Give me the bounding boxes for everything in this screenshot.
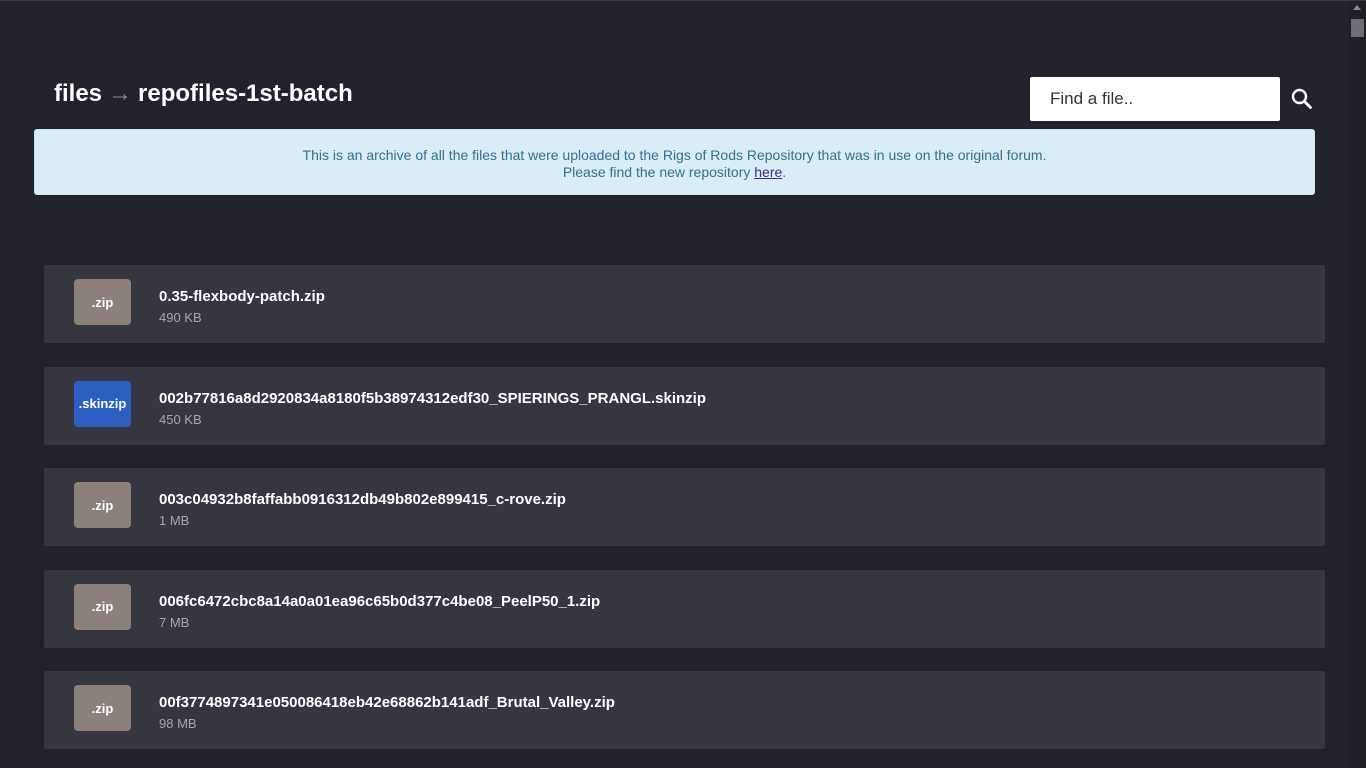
file-type-badge: .zip: [74, 583, 131, 630]
file-item[interactable]: .zip 006fc6472cbc8a14a0a01ea96c65b0d377c…: [44, 569, 1325, 648]
breadcrumb-root[interactable]: files: [54, 80, 102, 107]
file-size: 1 MB: [159, 513, 190, 528]
file-type-badge: .zip: [74, 685, 131, 731]
file-item[interactable]: .zip 0.35-flexbody-patch.zip 490 KB: [44, 265, 1325, 343]
notice-prefix: Please find the new repository: [562, 164, 755, 180]
file-name[interactable]: 006fc6472cbc8a14a0a01ea96c65b0d377c4be08…: [159, 593, 600, 610]
search-icon: [1291, 88, 1312, 109]
breadcrumb-current: repofiles-1st-batch: [138, 80, 353, 107]
vertical-scrollbar[interactable]: [1349, 1, 1366, 768]
file-item[interactable]: .skinzip 002b77816a8d2920834a8180f5b3897…: [44, 366, 1325, 445]
file-name[interactable]: 0.35-flexbody-patch.zip: [159, 288, 325, 305]
scrollbar-thumb[interactable]: [1351, 19, 1364, 37]
file-list: .zip 0.35-flexbody-patch.zip 490 KB .ski…: [44, 265, 1325, 768]
file-size: 450 KB: [159, 411, 202, 427]
file-size: 98 MB: [159, 716, 197, 731]
file-name[interactable]: 003c04932b8faffabb0916312db49b802e899415…: [159, 491, 566, 508]
scroll-up-arrow-icon[interactable]: [1353, 5, 1361, 10]
breadcrumb: files → repofiles-1st-batch: [54, 80, 353, 108]
archive-notice: This is an archive of all the files that…: [34, 129, 1315, 195]
notice-line-2: Please find the new repository here.: [35, 164, 1314, 181]
search-button[interactable]: [1290, 87, 1314, 111]
new-repository-link[interactable]: here: [754, 164, 782, 180]
file-size: 7 MB: [159, 614, 190, 630]
file-item[interactable]: .zip 00f3774897341e050086418eb42e68862b1…: [44, 671, 1325, 749]
notice-suffix: .: [782, 164, 787, 180]
file-item[interactable]: .zip 003c04932b8faffabb0916312db49b802e8…: [44, 468, 1325, 546]
file-type-badge: .skinzip: [74, 380, 131, 427]
file-name[interactable]: 002b77816a8d2920834a8180f5b38974312edf30…: [159, 390, 706, 407]
breadcrumb-separator: →: [108, 80, 133, 107]
file-size: 490 KB: [159, 310, 202, 325]
search-input[interactable]: [1030, 77, 1280, 121]
file-type-badge: .zip: [74, 279, 131, 325]
file-name[interactable]: 00f3774897341e050086418eb42e68862b141adf…: [159, 694, 615, 711]
page: files→repofiles-1st-batch This is an arc…: [0, 0, 1366, 768]
file-type-badge: .zip: [74, 482, 131, 528]
notice-line-1: This is an archive of all the files that…: [302, 147, 1047, 163]
